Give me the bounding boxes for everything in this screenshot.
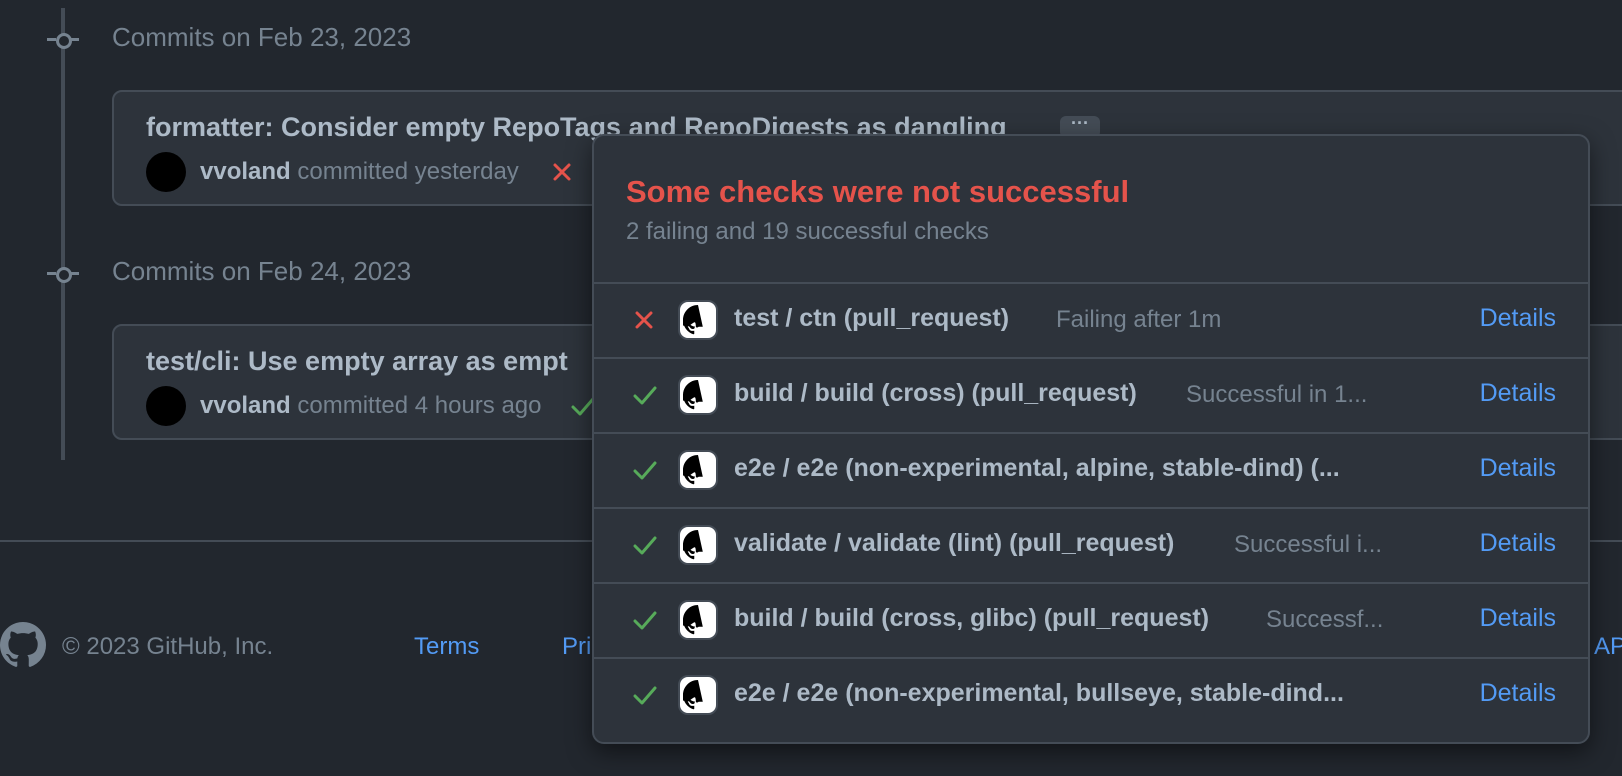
commit-node-icon <box>47 264 79 284</box>
check-row: e2e / e2e (non-experimental, bullseye, s… <box>594 657 1588 732</box>
details-link[interactable]: Details <box>1480 604 1556 633</box>
check-icon <box>632 383 658 412</box>
commit-time: committed 4 hours ago <box>297 392 542 419</box>
check-description: Successf... <box>1266 606 1384 633</box>
commit-title-link[interactable]: test/cli: Use empty array as empt <box>146 346 568 377</box>
check-description: Successful in 1... <box>1186 381 1368 408</box>
check-row: build / build (cross, glibc) (pull_reque… <box>594 582 1588 657</box>
commits-page: Commits on Feb 23, 2023 formatter: Consi… <box>0 0 1622 776</box>
details-link[interactable]: Details <box>1480 454 1556 483</box>
details-link[interactable]: Details <box>1480 679 1556 708</box>
github-actions-icon <box>678 600 718 640</box>
commit-time: committed yesterday <box>297 158 519 185</box>
details-link[interactable]: Details <box>1480 304 1556 333</box>
check-name: test / ctn (pull_request) <box>734 304 1010 332</box>
check-name: build / build (cross, glibc) (pull_reque… <box>734 604 1210 632</box>
check-description: Successful i... <box>1234 531 1383 558</box>
check-icon <box>632 608 658 637</box>
details-link[interactable]: Details <box>1480 529 1556 558</box>
github-actions-icon <box>678 525 718 565</box>
commit-meta: vvoland committed yesterday <box>200 158 519 186</box>
github-actions-icon <box>678 375 718 415</box>
commit-group-date: Commits on Feb 24, 2023 <box>112 256 412 286</box>
footer-link-terms[interactable]: Terms <box>414 633 479 661</box>
x-icon <box>632 308 656 337</box>
check-name: validate / validate (lint) (pull_request… <box>734 529 1175 557</box>
check-name: build / build (cross) (pull_request) <box>734 379 1137 407</box>
commit-group-date: Commits on Feb 23, 2023 <box>112 22 412 52</box>
popover-subtitle: 2 failing and 19 successful checks <box>626 218 989 245</box>
check-description: Failing after 1m <box>1056 306 1222 333</box>
github-mark-icon[interactable] <box>0 622 46 668</box>
x-icon[interactable] <box>550 160 574 189</box>
github-actions-icon <box>678 450 718 490</box>
avatar[interactable] <box>146 152 186 192</box>
avatar[interactable] <box>146 386 186 426</box>
check-row: validate / validate (lint) (pull_request… <box>594 507 1588 582</box>
footer-link-privacy[interactable]: Pri <box>562 633 591 661</box>
check-icon <box>632 533 658 562</box>
check-icon <box>632 458 658 487</box>
checks-popover: Some checks were not successful 2 failin… <box>592 134 1590 744</box>
commit-meta: vvoland committed 4 hours ago <box>200 392 542 420</box>
timeline-line <box>61 8 65 460</box>
check-icon <box>632 683 658 712</box>
commit-author-link[interactable]: vvoland <box>200 392 291 419</box>
github-actions-icon <box>678 675 718 715</box>
check-row: build / build (cross) (pull_request) Suc… <box>594 357 1588 432</box>
commit-author-link[interactable]: vvoland <box>200 158 291 185</box>
github-actions-icon <box>678 300 718 340</box>
commit-node-icon <box>47 30 79 50</box>
check-name: e2e / e2e (non-experimental, alpine, sta… <box>734 454 1340 482</box>
popover-title: Some checks were not successful <box>626 174 1130 209</box>
footer-copyright: © 2023 GitHub, Inc. <box>62 633 274 660</box>
details-link[interactable]: Details <box>1480 379 1556 408</box>
check-row: test / ctn (pull_request) Failing after … <box>594 282 1588 357</box>
footer-link-api[interactable]: AP <box>1594 633 1622 661</box>
check-row: e2e / e2e (non-experimental, alpine, sta… <box>594 432 1588 507</box>
check-name: e2e / e2e (non-experimental, bullseye, s… <box>734 679 1344 707</box>
check-list: test / ctn (pull_request) Failing after … <box>594 282 1588 732</box>
